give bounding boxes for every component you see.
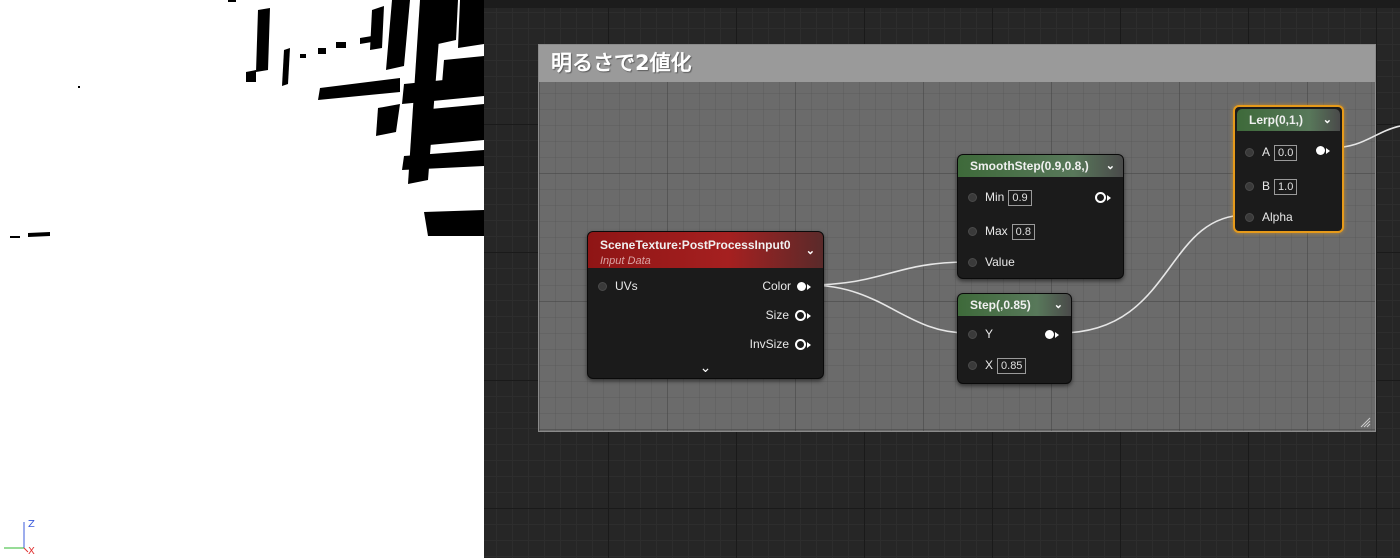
pin-max[interactable]: Max 0.8: [968, 222, 1035, 240]
node-subtitle: Input Data: [600, 255, 651, 267]
viewport-panel[interactable]: Z X: [0, 0, 484, 558]
node-title: Lerp(0,1,): [1249, 113, 1304, 127]
wire-color-to-smoothstep: [807, 261, 969, 286]
pin-size[interactable]: Size: [766, 306, 811, 324]
scene-texture-node[interactable]: SceneTexture:PostProcessInput0 Input Dat…: [587, 231, 824, 379]
output-pin-icon[interactable]: [1316, 146, 1325, 156]
a-value-field[interactable]: 0.0: [1274, 145, 1298, 161]
min-value-field[interactable]: 0.9: [1008, 190, 1032, 206]
output-pin-icon[interactable]: [1095, 192, 1106, 204]
pin-y[interactable]: Y: [968, 325, 993, 343]
lerp-node[interactable]: Lerp(0,1,) ⌄ A 0.0 B 1.0 Alpha: [1233, 105, 1344, 233]
input-pin-icon[interactable]: [968, 227, 977, 237]
axis-z-label: Z: [28, 519, 35, 530]
node-title: SceneTexture:PostProcessInput0: [600, 238, 791, 252]
output-pin-icon[interactable]: [795, 310, 806, 322]
pin-invsize[interactable]: InvSize: [750, 335, 811, 353]
input-pin-icon[interactable]: [968, 193, 977, 203]
input-pin-icon[interactable]: [598, 282, 607, 292]
pin-color[interactable]: Color: [762, 277, 811, 295]
pin-x[interactable]: X 0.85: [968, 356, 1027, 374]
pin-alpha[interactable]: Alpha: [1245, 208, 1293, 226]
input-pin-icon[interactable]: [1245, 182, 1254, 192]
pin-a[interactable]: A 0.0: [1245, 143, 1298, 161]
pin-min[interactable]: Min 0.9: [968, 188, 1032, 206]
node-title: SmoothStep(0.9,0.8,): [970, 159, 1089, 173]
input-pin-icon[interactable]: [1245, 213, 1254, 223]
pin-output[interactable]: [1310, 141, 1330, 159]
pin-output[interactable]: [1039, 325, 1059, 343]
chevron-down-icon[interactable]: ⌄: [1054, 294, 1063, 316]
chevron-down-icon[interactable]: ⌄: [1323, 109, 1332, 131]
input-pin-icon[interactable]: [968, 258, 977, 268]
axis-x-label: X: [28, 546, 35, 557]
x-value-field[interactable]: 0.85: [997, 358, 1027, 374]
viewport-render: [4, 0, 484, 553]
output-pin-icon[interactable]: [1045, 330, 1054, 340]
output-pin-icon[interactable]: [795, 339, 806, 351]
input-pin-icon[interactable]: [968, 361, 977, 371]
node-title: Step(,0.85): [970, 298, 1031, 312]
pin-b[interactable]: B 1.0: [1245, 177, 1298, 195]
expand-chevron-icon[interactable]: ⌄: [588, 359, 823, 376]
chevron-down-icon[interactable]: ⌄: [806, 240, 815, 262]
input-pin-icon[interactable]: [968, 330, 977, 340]
pin-uvs[interactable]: UVs: [598, 277, 638, 295]
input-pin-icon[interactable]: [1245, 148, 1254, 158]
wire-color-to-step: [807, 284, 969, 334]
pin-value[interactable]: Value: [968, 253, 1015, 271]
output-pin-icon[interactable]: [797, 282, 806, 292]
chevron-down-icon[interactable]: ⌄: [1106, 155, 1115, 177]
smoothstep-node[interactable]: SmoothStep(0.9,0.8,) ⌄ Min 0.9 Max 0.8 Val…: [957, 154, 1124, 279]
max-value-field[interactable]: 0.8: [1011, 224, 1035, 240]
step-node[interactable]: Step(,0.85) ⌄ Y X 0.85: [957, 293, 1072, 384]
material-graph-canvas[interactable]: 明るさで2値化 SceneTexture:PostProcessInput0 I…: [484, 0, 1400, 558]
pin-output[interactable]: [1089, 188, 1111, 206]
b-value-field[interactable]: 1.0: [1274, 179, 1298, 195]
